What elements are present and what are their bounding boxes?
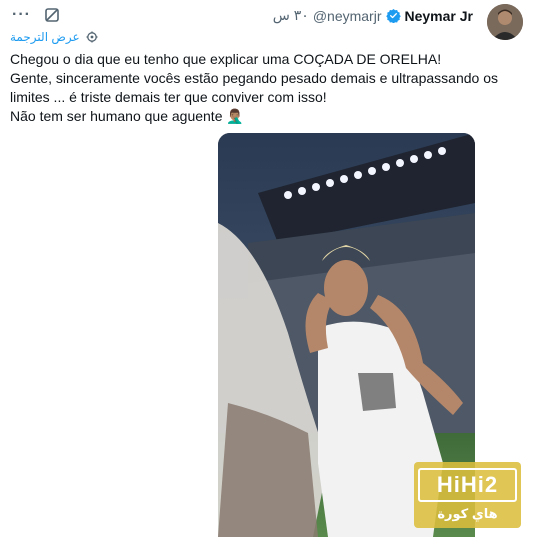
- grok-icon[interactable]: [44, 7, 60, 23]
- verified-badge-icon: [385, 8, 401, 23]
- tweet-text-line: Gente, sinceramente vocês estão pegando …: [10, 70, 498, 86]
- tweet-text-line: Chegou o dia que eu tenho que explicar u…: [10, 51, 442, 67]
- author-name[interactable]: Neymar Jr: [405, 8, 474, 24]
- tweet-time[interactable]: ٣٠ س: [273, 7, 309, 24]
- show-translation-link[interactable]: عرض الترجمة: [10, 30, 80, 44]
- translate-row: عرض الترجمة: [10, 30, 98, 44]
- tweet-text: Chegou o dia que eu tenho que explicar u…: [10, 50, 510, 126]
- translate-gear-icon[interactable]: [86, 31, 98, 43]
- author-handle[interactable]: @neymarjr: [313, 8, 382, 24]
- watermark-subtitle: هاي كورة: [437, 506, 498, 521]
- author-line: ٣٠ س @neymarjr Neymar Jr: [273, 7, 473, 24]
- watermark-brand: HiHi2: [418, 468, 517, 502]
- tweet-card: ··· ٣٠ س @neymarjr Neymar Jr عرض الترجمة: [0, 0, 533, 537]
- more-options-button[interactable]: ···: [12, 6, 31, 24]
- avatar[interactable]: [487, 4, 523, 40]
- tweet-text-line: Não tem ser humano que aguente 🤦🏽‍♂️: [10, 108, 244, 124]
- watermark-logo: HiHi2 هاي كورة: [414, 462, 521, 528]
- tweet-text-line: limites ... é triste demais ter que conv…: [10, 89, 327, 105]
